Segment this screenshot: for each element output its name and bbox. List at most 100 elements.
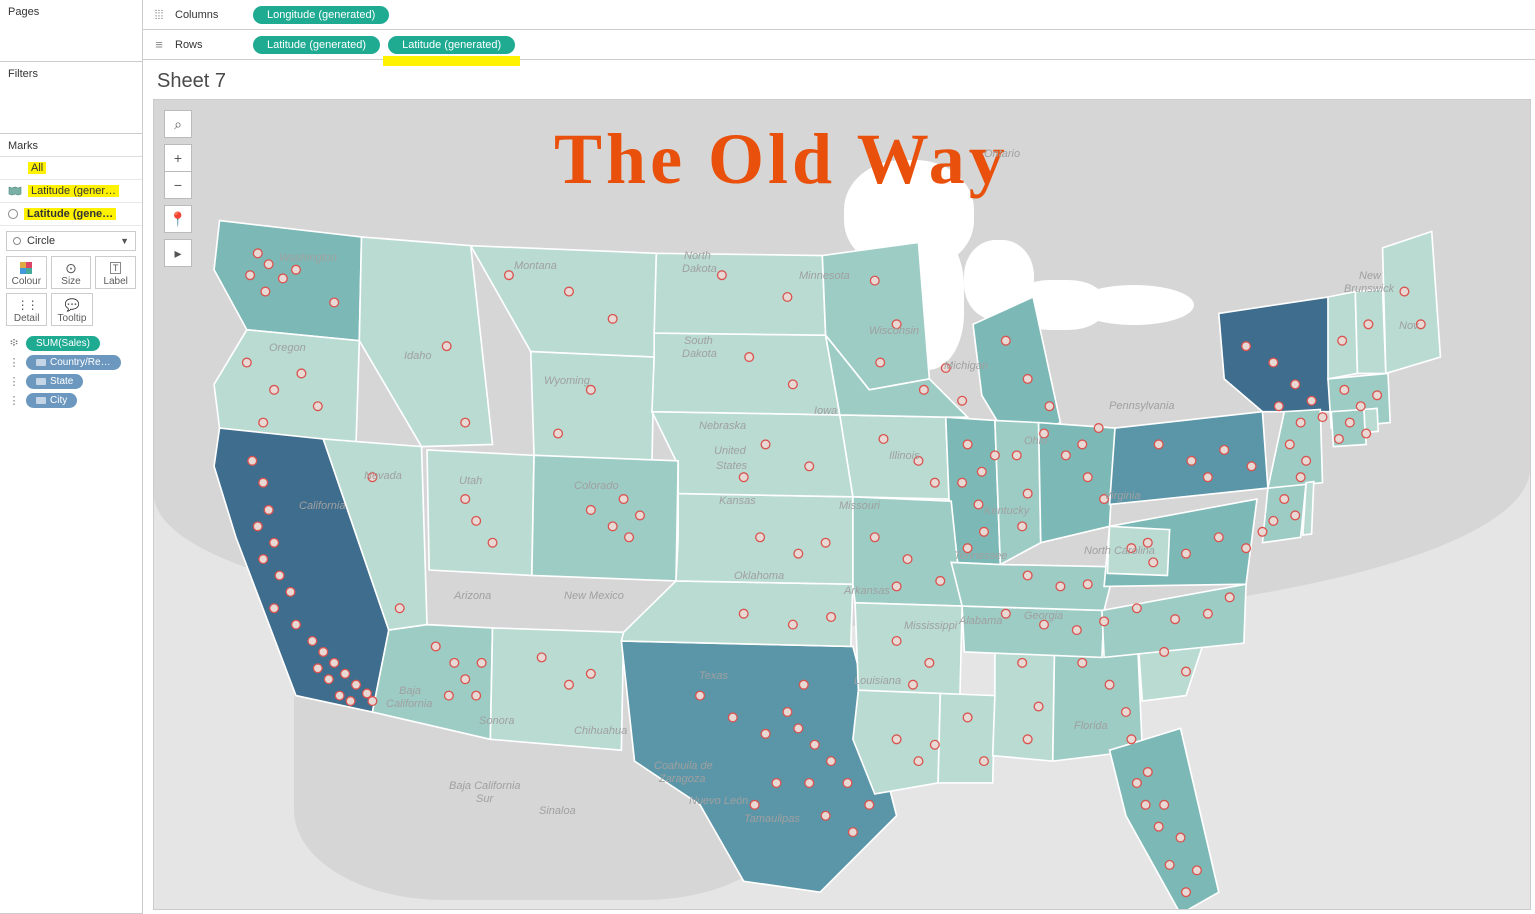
map-label: Brunswick [1344,283,1394,295]
pin-button[interactable]: 📍 [164,205,192,233]
marks-layer-all[interactable]: All [0,157,142,180]
marks-layer-2[interactable]: Latitude (gene… [0,203,142,226]
size-button[interactable]: ⊙Size [51,256,92,289]
pill-longitude[interactable]: Longitude (generated) [253,6,389,24]
search-icon: ⌕ [174,116,182,133]
map-label: North Carolina [1084,545,1155,557]
map-label: Ontario [984,148,1020,160]
map-label: Kentucky [984,505,1029,517]
map-controls: ⌕ + − 📍 ▸ [164,110,192,266]
colour-icon [7,260,46,276]
zoom-in-button[interactable]: + [164,144,192,172]
map-label: New [1359,270,1381,282]
map-label: Minnesota [799,270,850,282]
expand-button[interactable]: ▸ [164,239,192,267]
map-label: Virginia [1104,490,1141,502]
map-label: Iowa [814,405,837,417]
state-vt [1328,292,1357,379]
rows-shelf[interactable]: ≡ Rows Latitude (generated) Latitude (ge… [143,30,1535,60]
map-label: Arkansas [844,585,890,597]
map-label: Sonora [479,715,514,727]
pill-row-city[interactable]: ⋮ City [6,393,136,408]
pill-country[interactable]: Country/Re… [26,355,121,370]
state-ny [1219,297,1339,412]
map-label: States [716,460,747,472]
state-fl [1110,728,1219,909]
filters-label: Filters [8,68,134,80]
triangle-right-icon: ▸ [174,245,181,262]
state-md [1262,483,1306,543]
map-label: Georgia [1024,610,1063,622]
mark-type-dropdown[interactable]: Circle ▼ [6,231,136,251]
detail-button[interactable]: ⋮⋮Detail [6,293,47,326]
map-label: Dakota [682,263,717,275]
map-label: Colorado [574,480,619,492]
map-label: Kansas [719,495,756,507]
tooltip-icon: 💬 [52,297,91,313]
pill-latitude-2[interactable]: Latitude (generated) [388,36,515,54]
state-wy [531,352,654,461]
map-label: Michigan [944,360,988,372]
label-button[interactable]: TLabel [95,256,136,289]
state-ne [652,412,853,497]
map-label: Washington [279,252,337,264]
circle-glyph-icon [13,237,21,245]
pill-latitude-1[interactable]: Latitude (generated) [253,36,380,54]
columns-label: Columns [175,9,245,21]
state-nd [654,253,825,335]
circle-icon [8,209,18,219]
map-label: Sinaloa [539,805,576,817]
pill-row-state[interactable]: ⋮State [6,374,136,389]
map-label: Chihuahua [574,725,627,737]
map-label: Ohio [1024,435,1047,447]
colour-button[interactable]: Colour [6,256,47,289]
map-label: Baja California [449,780,521,792]
plus-icon: + [174,150,182,166]
geo-icon [36,397,46,404]
map-label: North [684,250,711,262]
state-ok [621,581,853,647]
map-label: Wisconsin [869,325,919,337]
map-label: Oregon [269,342,306,354]
detail-dots-icon: ⋮ [6,394,22,407]
state-wa [214,221,361,341]
marks-layer-1[interactable]: Latitude (gener… [0,180,142,203]
pill-row-sales[interactable]: ፨SUM(Sales) [6,336,136,351]
filters-shelf[interactable]: Filters [0,62,142,134]
pill-state[interactable]: State [26,374,83,389]
map-label: Utah [459,475,482,487]
sheet-title[interactable]: Sheet 7 [143,60,1535,99]
rows-icon: ≡ [151,37,167,52]
pill-city[interactable]: City [26,393,77,408]
columns-pills: Longitude (generated) [253,6,389,24]
state-nj [1268,409,1323,488]
map-label: Nebraska [699,420,746,432]
map-icon [8,186,22,196]
map-search-button[interactable]: ⌕ [164,110,192,138]
map-label: Arizona [454,590,491,602]
map-label: New Mexico [564,590,624,602]
pill-row-country[interactable]: ⋮Country/Re… [6,355,136,370]
map-label: Nov [1399,320,1419,332]
state-ut [427,450,534,576]
pages-shelf[interactable]: Pages [0,0,142,62]
map-label: Tennessee [954,550,1007,562]
mark-buttons-row2: ⋮⋮Detail 💬Tooltip [0,293,142,332]
main-area: ⦙⦙⦙ Columns Longitude (generated) ≡ Rows… [143,0,1535,914]
pages-label: Pages [8,6,134,18]
zoom-out-button[interactable]: − [164,171,192,199]
tooltip-button[interactable]: 💬Tooltip [51,293,92,326]
map-label: Nuevo León [689,795,748,807]
map-label: California [299,500,345,512]
map-label: Nevada [364,470,402,482]
state-az [372,625,492,740]
handwritten-annotation: The Old Way [554,118,1009,201]
marks-label: Marks [0,134,142,157]
map-label: Oklahoma [734,570,784,582]
map-viz[interactable]: The Old Way OntarioUnitedStatesWashingto… [153,99,1531,910]
pill-sum-sales[interactable]: SUM(Sales) [26,336,100,351]
map-label: Alabama [959,615,1002,627]
columns-shelf[interactable]: ⦙⦙⦙ Columns Longitude (generated) [143,0,1535,30]
marks-card: Marks All Latitude (gener… Latitude (gen… [0,134,142,914]
map-label: Tamaulipas [744,813,800,825]
